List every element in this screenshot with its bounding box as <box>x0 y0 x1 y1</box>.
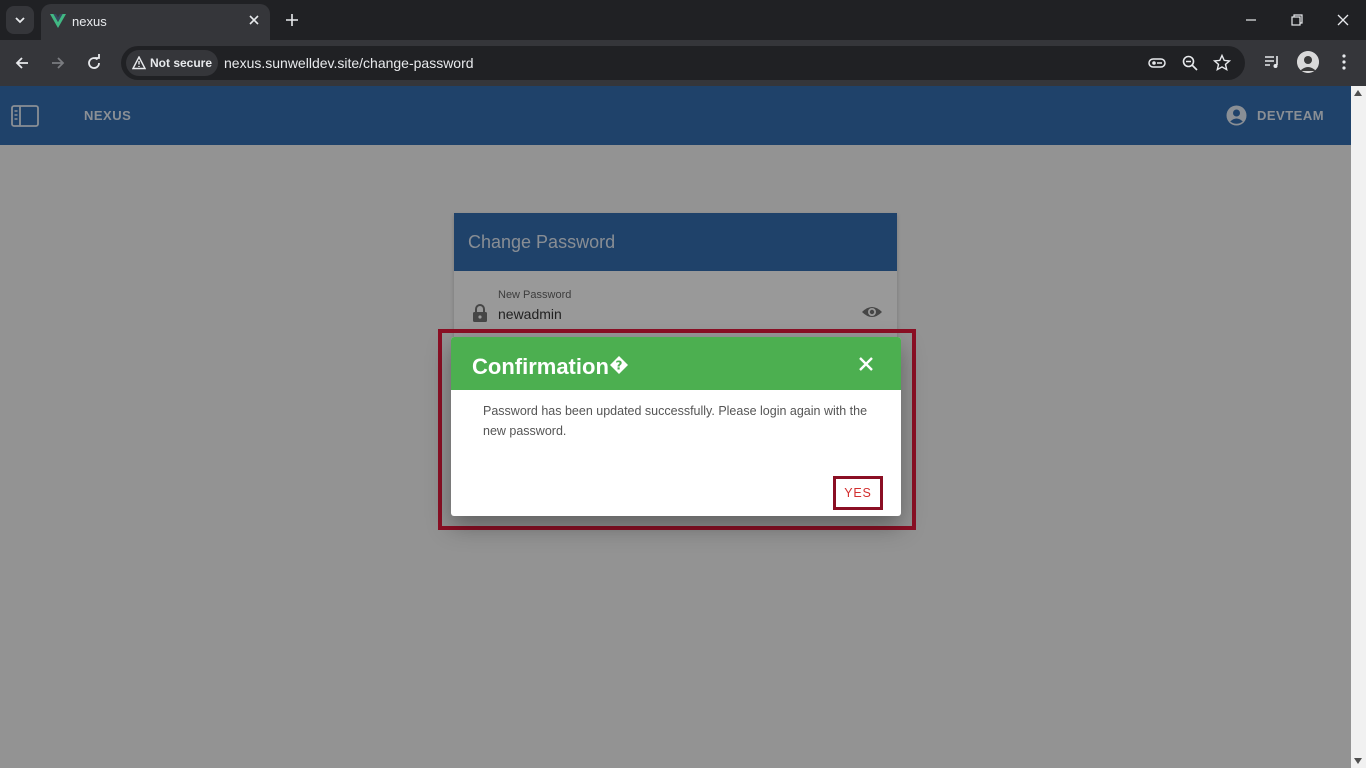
dialog-title: Confirmation <box>472 354 609 379</box>
dialog-message: Password has been updated successfully. … <box>483 404 868 438</box>
yes-button[interactable]: YES <box>844 486 871 500</box>
back-arrow-icon[interactable] <box>12 53 32 73</box>
new-tab-icon[interactable] <box>283 11 301 29</box>
password-key-icon[interactable] <box>1148 54 1166 72</box>
warning-icon <box>132 56 146 70</box>
bookmark-star-icon[interactable] <box>1213 54 1231 72</box>
close-tab-icon[interactable] <box>246 12 262 28</box>
yes-button-highlight: YES <box>833 476 883 510</box>
svg-text:?: ? <box>616 359 623 373</box>
vue-logo-icon <box>50 14 66 28</box>
dialog-header: Confirmation ? <box>451 337 901 390</box>
browser-menu-icon[interactable] <box>1334 52 1354 72</box>
url-text[interactable]: nexus.sunwelldev.site/change-password <box>224 55 474 71</box>
chevron-down-icon <box>15 17 25 24</box>
page-scrollbar[interactable] <box>1351 86 1366 768</box>
restore-icon[interactable] <box>1287 10 1307 30</box>
tab-title: nexus <box>72 14 107 29</box>
avatar-icon <box>1297 51 1319 73</box>
confirmation-dialog: Confirmation ? Password has been updated… <box>451 337 901 516</box>
reload-icon[interactable] <box>84 53 104 73</box>
zoom-icon[interactable] <box>1181 54 1199 72</box>
browser-toolbar: Not secure nexus.sunwelldev.site/change-… <box>0 40 1366 86</box>
media-controls-icon[interactable] <box>1262 52 1282 72</box>
scroll-down-arrow-icon[interactable] <box>1354 758 1362 764</box>
security-chip[interactable]: Not secure <box>126 50 218 76</box>
profile-avatar[interactable] <box>1297 51 1319 73</box>
help-icon: ? <box>610 356 628 374</box>
browser-tab[interactable]: nexus <box>41 4 270 40</box>
scroll-up-arrow-icon[interactable] <box>1354 90 1362 96</box>
window-close-icon[interactable] <box>1333 10 1353 30</box>
tab-search-button[interactable] <box>6 6 34 34</box>
minimize-icon[interactable] <box>1241 10 1261 30</box>
browser-tab-strip: nexus <box>0 0 1366 40</box>
forward-arrow-icon[interactable] <box>48 53 68 73</box>
address-bar[interactable]: Not secure nexus.sunwelldev.site/change-… <box>121 46 1245 80</box>
close-icon[interactable] <box>858 356 874 372</box>
security-chip-label: Not secure <box>150 56 213 70</box>
